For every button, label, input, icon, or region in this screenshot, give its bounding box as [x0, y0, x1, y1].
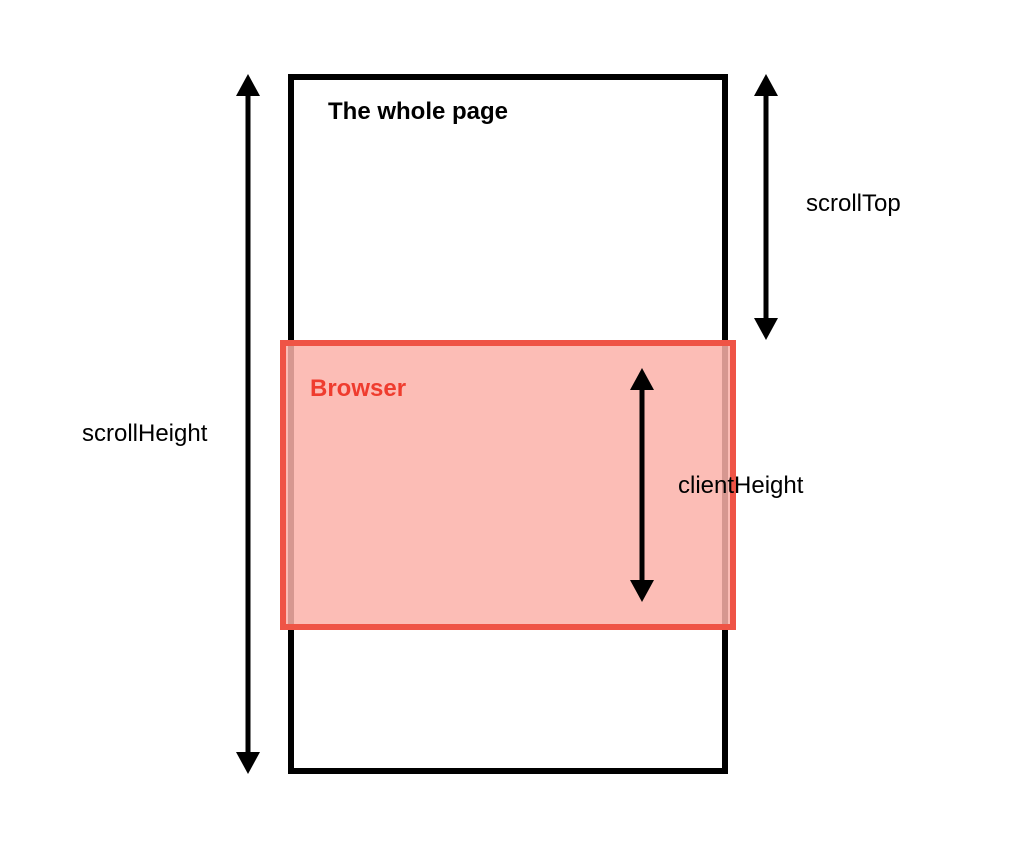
scroll-top-arrow: [746, 74, 786, 340]
browser-label: Browser: [310, 375, 406, 404]
scroll-height-label: scrollHeight: [82, 420, 207, 449]
whole-page-label: The whole page: [328, 98, 508, 127]
scroll-top-label: scrollTop: [806, 190, 901, 219]
scroll-height-arrow: [228, 74, 268, 774]
client-height-label: clientHeight: [678, 472, 803, 501]
client-height-arrow: [622, 368, 662, 602]
scroll-metrics-diagram: The whole page Browser scrollHeight scro…: [0, 0, 1015, 850]
